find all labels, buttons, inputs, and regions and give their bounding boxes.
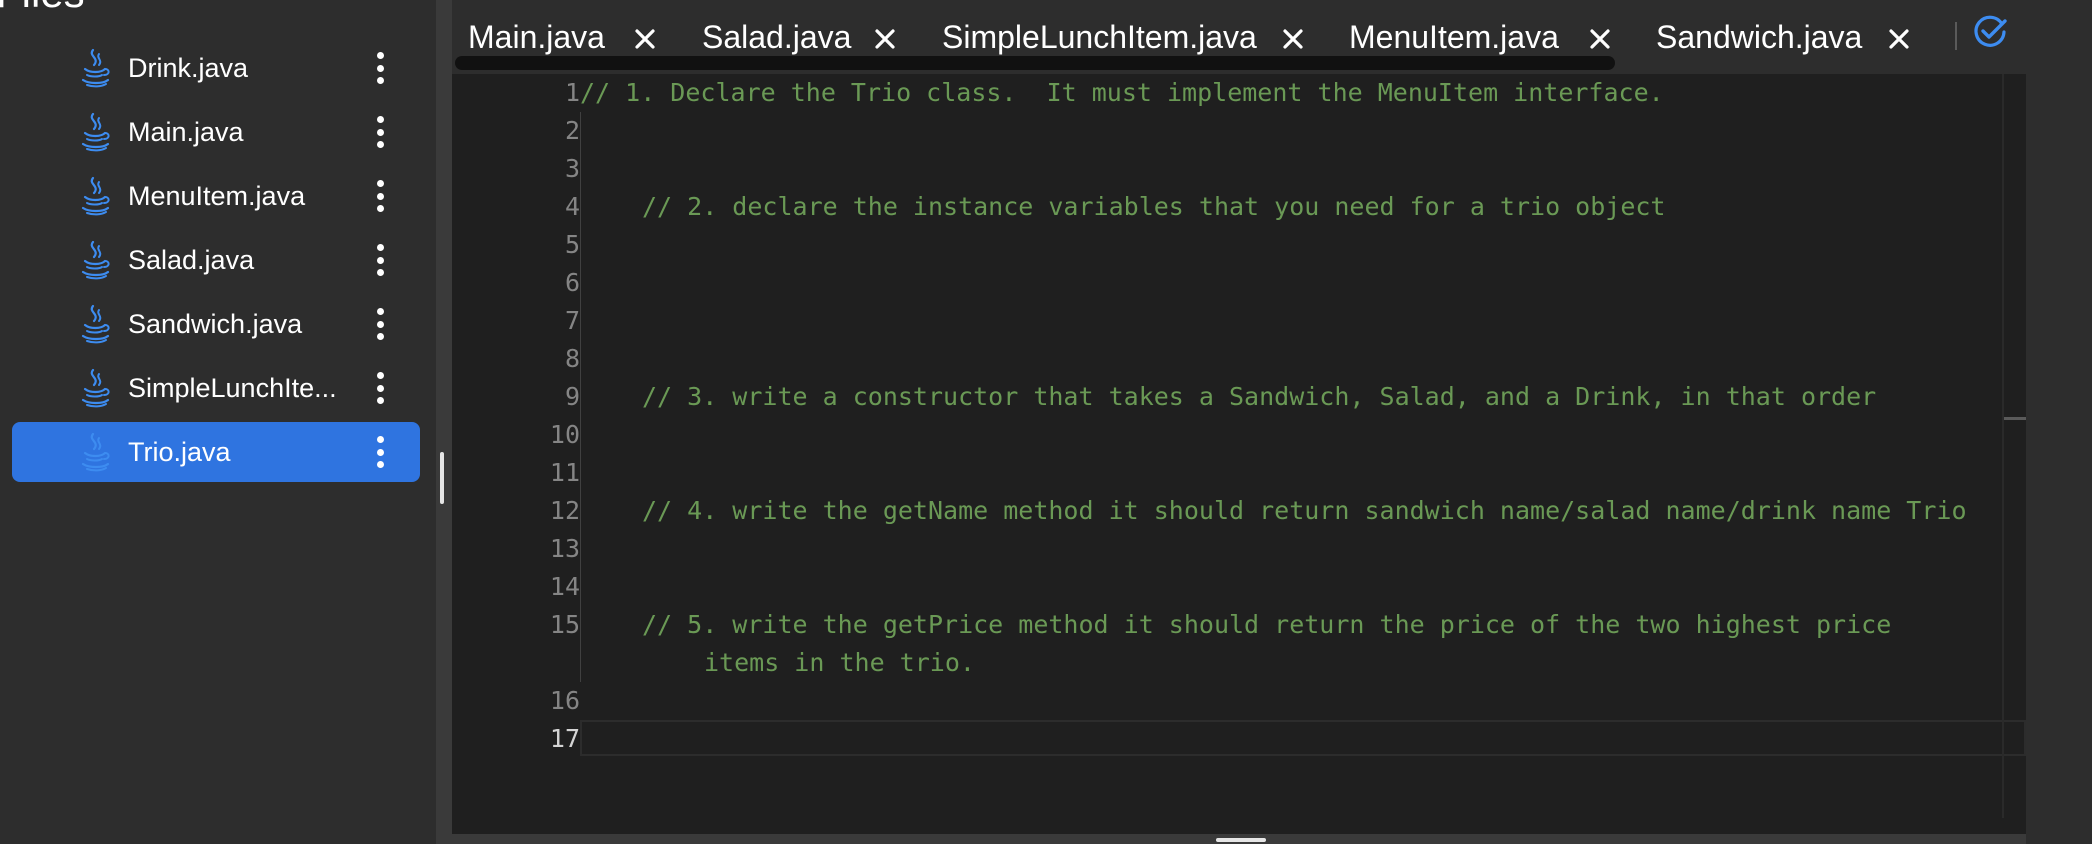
line-number: 2 [564,116,580,145]
check-circle-icon[interactable] [1972,14,2008,50]
more-options-icon[interactable] [374,116,386,148]
java-icon [78,48,114,88]
code-line: // 2. declare the instance variables tha… [642,192,1666,221]
file-label: Trio.java [128,437,231,467]
file-label: Drink.java [128,53,249,83]
close-icon[interactable] [1887,27,1911,51]
line-number: 6 [564,268,580,297]
code-line: // 3. write a constructor that takes a S… [642,382,1877,411]
line-number-current: 17 [549,724,580,753]
close-icon[interactable] [1281,27,1305,51]
line-number: 9 [564,382,580,411]
indent-guide [580,112,581,682]
file-item-drink[interactable]: Drink.java [12,38,420,98]
editor-scrollbar[interactable] [2002,74,2004,818]
code-editor[interactable]: 1 2 3 4 5 6 7 8 9 10 11 12 13 14 15 16 1… [452,74,2028,834]
right-panel [2026,74,2092,844]
line-number: 13 [549,534,580,563]
file-label: Sandwich.java [128,309,303,339]
tab-divider [1955,22,1957,50]
file-label: MenuItem.java [128,181,306,211]
file-item-menuitem[interactable]: MenuItem.java [12,166,420,226]
code-line-wrapped: items in the trio. [704,648,975,677]
file-label: SimpleLunchIte... [128,373,337,403]
java-icon [78,368,114,408]
line-number: 4 [564,192,580,221]
file-label: Main.java [128,117,244,147]
line-number: 11 [549,458,580,487]
file-item-sandwich[interactable]: Sandwich.java [12,294,420,354]
line-number: 15 [549,610,580,639]
file-item-trio[interactable]: Trio.java [12,422,420,482]
sidebar-splitter[interactable] [436,0,452,844]
more-options-icon[interactable] [374,52,386,84]
more-options-icon[interactable] [374,372,386,404]
line-number: 8 [564,344,580,373]
close-icon[interactable] [633,27,657,51]
more-options-icon[interactable] [374,308,386,340]
code-line: // 4. write the getName method it should… [642,496,1967,525]
java-icon [78,304,114,344]
java-icon [78,240,114,280]
line-number: 12 [549,496,580,525]
code-line: // 1. Declare the Trio class. It must im… [580,78,1664,107]
more-options-icon[interactable] [374,436,386,468]
line-number: 14 [549,572,580,601]
line-number: 1 [564,78,580,107]
line-number: 10 [549,420,580,449]
bottom-splitter-handle[interactable] [1216,838,1266,842]
close-icon[interactable] [1588,27,1612,51]
line-number: 5 [564,230,580,259]
sidebar-heading: Files [0,0,85,14]
close-icon[interactable] [873,27,897,51]
java-icon [78,112,114,152]
file-sidebar: Files Drink.java Main.java MenuItem.java… [0,0,436,844]
line-number: 3 [564,154,580,183]
file-item-main[interactable]: Main.java [12,102,420,162]
java-icon [78,432,114,472]
tab-sandwich[interactable]: Sandwich.java [1656,0,1862,72]
file-item-salad[interactable]: Salad.java [12,230,420,290]
current-line-highlight [580,720,2026,756]
line-number: 16 [549,686,580,715]
code-line: // 5. write the getPrice method it shoul… [642,610,1892,639]
more-options-icon[interactable] [374,180,386,212]
line-number: 7 [564,306,580,335]
tab-scrollbar-thumb[interactable] [455,56,1615,70]
java-icon [78,176,114,216]
overview-ruler-marker [2004,417,2028,420]
splitter-handle[interactable] [440,452,444,504]
file-item-simplelunchitem[interactable]: SimpleLunchIte... [12,358,420,418]
more-options-icon[interactable] [374,244,386,276]
file-label: Salad.java [128,245,255,275]
